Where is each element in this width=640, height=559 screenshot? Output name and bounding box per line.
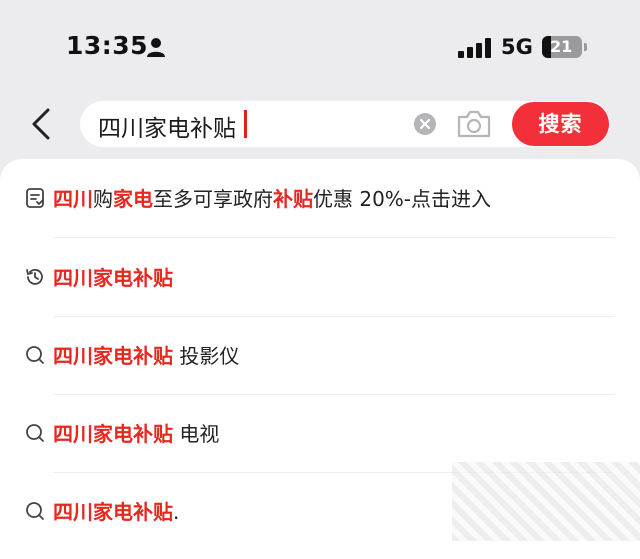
search-icon (26, 424, 44, 442)
status-bar: 13:35 5G 21 (0, 0, 640, 92)
search-icon (26, 502, 44, 520)
back-icon[interactable] (28, 106, 56, 142)
text-caret (244, 110, 247, 138)
coupon-icon (26, 188, 44, 208)
suggestion-text: 四川家电补贴. (53, 500, 180, 524)
person-icon (147, 38, 165, 57)
suggestion-item-history[interactable]: 四川家电补贴 (0, 238, 640, 316)
suggestion-text: 四川家电补贴 投影仪 (53, 344, 240, 368)
clear-icon[interactable] (414, 113, 436, 135)
suggestion-item-coupon[interactable]: 四川购家电至多可享政府补贴优惠 20%-点击进入 (0, 159, 640, 237)
suggestion-text: 四川购家电至多可享政府补贴优惠 20%-点击进入 (53, 187, 492, 211)
camera-icon[interactable] (456, 109, 492, 139)
battery-icon: 21 (542, 36, 582, 58)
suggestion-text: 四川家电补贴 电视 (53, 422, 220, 446)
battery-level: 21 (550, 37, 573, 56)
battery-cap (584, 43, 587, 51)
signal-icon (458, 38, 491, 58)
history-icon (26, 269, 43, 285)
search-icon (26, 346, 44, 364)
network-type: 5G (501, 35, 533, 59)
status-time: 13:35 (66, 31, 149, 60)
suggestion-text: 四川家电补贴 (53, 266, 173, 290)
suggestion-item-tv[interactable]: 四川家电补贴 电视 (0, 394, 640, 472)
watermark (452, 462, 640, 541)
search-query[interactable]: 四川家电补贴 (98, 109, 236, 143)
search-button[interactable]: 搜索 (512, 102, 609, 146)
search-input[interactable]: 四川家电补贴 搜索 (80, 101, 610, 147)
suggestion-item-projector[interactable]: 四川家电补贴 投影仪 (0, 316, 640, 394)
